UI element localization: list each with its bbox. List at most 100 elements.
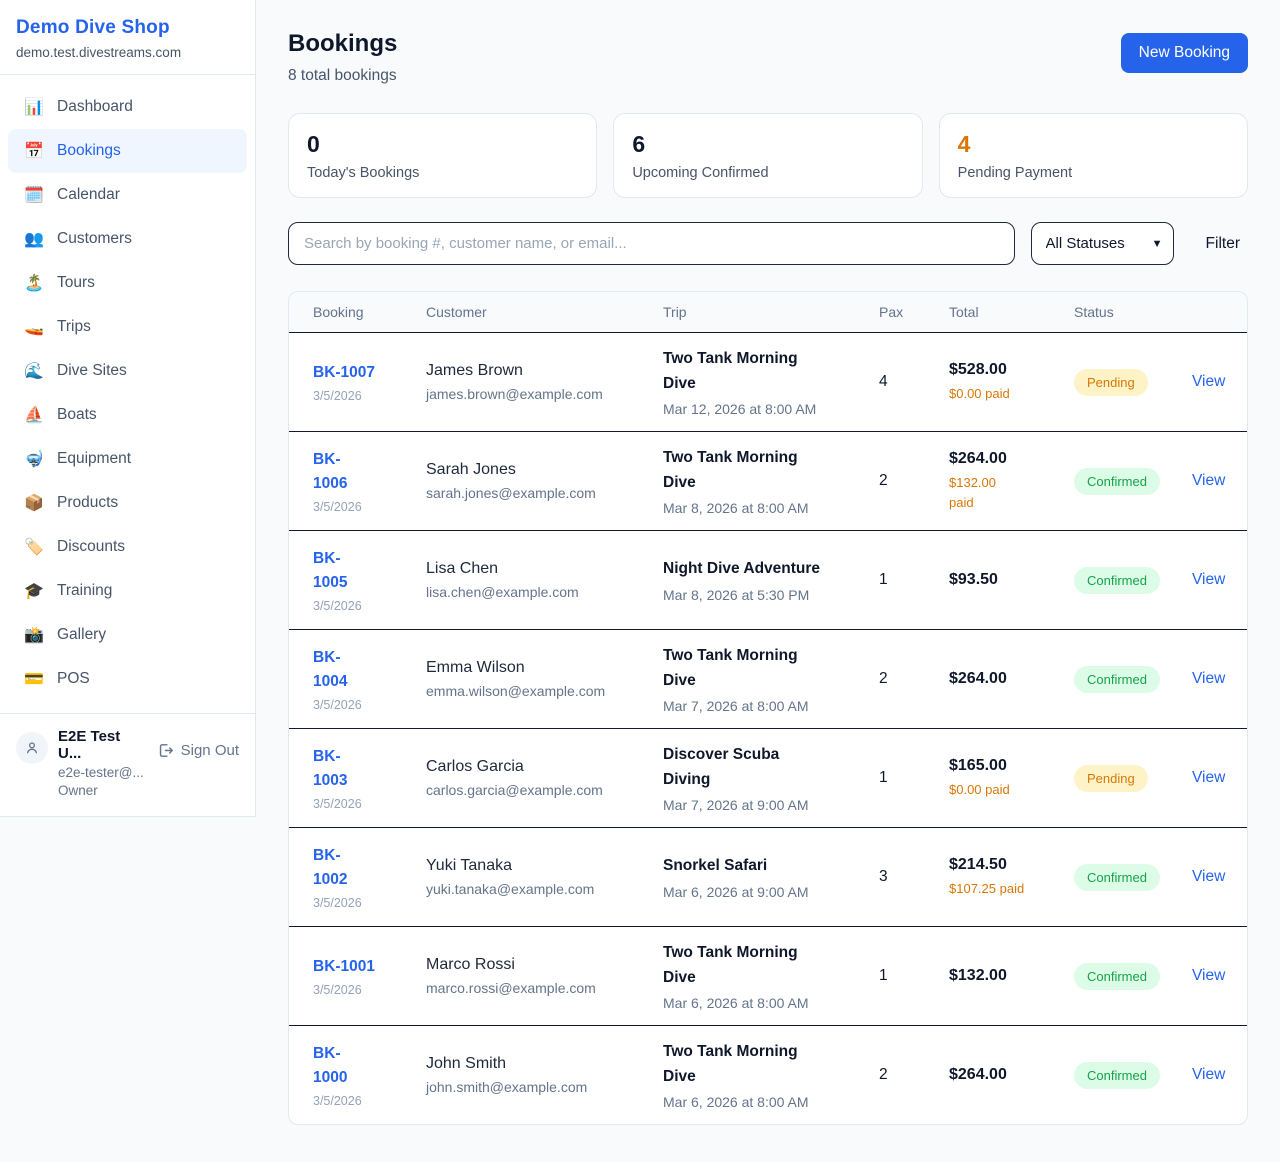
booking-id-link[interactable]: BK- 1000 (313, 1042, 347, 1090)
paid-amount: $132.00 paid (949, 473, 1060, 512)
column-header-pax: Pax (879, 304, 949, 320)
table-row: BK- 1005 3/5/2026 Lisa Chen lisa.chen@ex… (289, 530, 1247, 629)
sidebar-item-discounts[interactable]: 🏷️ Discounts (8, 525, 247, 569)
total-bookings-count: 8 total bookings (288, 67, 397, 85)
sidebar-item-boats[interactable]: ⛵ Boats (8, 393, 247, 437)
booking-id-link[interactable]: BK- 1006 (313, 448, 347, 496)
column-header-booking: Booking (313, 304, 426, 320)
customer-name: James Brown (426, 362, 649, 380)
sidebar-item-products[interactable]: 📦 Products (8, 481, 247, 525)
booking-id-link[interactable]: BK- 1005 (313, 547, 347, 595)
trip-datetime: Mar 8, 2026 at 8:00 AM (663, 500, 865, 516)
status-badge: Confirmed (1074, 963, 1160, 990)
view-booking-link[interactable]: View (1192, 571, 1225, 588)
view-booking-link[interactable]: View (1192, 868, 1225, 885)
column-header-status: Status (1074, 304, 1192, 320)
sidebar-item-customers[interactable]: 👥 Customers (8, 217, 247, 261)
view-booking-link[interactable]: View (1192, 373, 1225, 390)
trip-name: Two Tank Morning Dive (663, 347, 865, 395)
total-amount: $165.00 (949, 757, 1060, 775)
status-badge: Confirmed (1074, 468, 1160, 495)
customer-email: lisa.chen@example.com (426, 584, 649, 600)
booking-id-link[interactable]: BK-1001 (313, 955, 375, 979)
graduation-cap-icon: 🎓 (24, 581, 44, 601)
stat-card-pending-payment: 4 Pending Payment (939, 113, 1248, 198)
status-filter-select[interactable]: All Statuses (1031, 222, 1174, 265)
trip-name: Two Tank Morning Dive (663, 941, 865, 989)
pax-count: 4 (879, 373, 949, 391)
trip-datetime: Mar 7, 2026 at 9:00 AM (663, 797, 865, 813)
filter-button[interactable]: Filter (1206, 235, 1240, 253)
new-booking-button[interactable]: New Booking (1121, 33, 1248, 73)
booking-date: 3/5/2026 (313, 1094, 412, 1108)
pax-count: 1 (879, 769, 949, 787)
bookings-table: Booking Customer Trip Pax Total Status B… (288, 291, 1248, 1125)
sidebar-item-dashboard[interactable]: 📊 Dashboard (8, 85, 247, 129)
calendar-icon: 📅 (24, 141, 44, 161)
customer-email: john.smith@example.com (426, 1079, 649, 1095)
sidebar-item-pos[interactable]: 💳 POS (8, 657, 247, 701)
trip-name: Discover Scuba Diving (663, 743, 865, 791)
avatar (16, 732, 48, 764)
stat-label: Pending Payment (958, 165, 1229, 181)
booking-date: 3/5/2026 (313, 389, 412, 403)
stat-label: Today's Bookings (307, 165, 578, 181)
customer-email: yuki.tanaka@example.com (426, 881, 649, 897)
sidebar-header: Demo Dive Shop demo.test.divestreams.com (0, 0, 255, 75)
stat-value: 0 (307, 131, 578, 158)
status-badge: Confirmed (1074, 666, 1160, 693)
booking-id-link[interactable]: BK-1007 (313, 361, 375, 385)
view-booking-link[interactable]: View (1192, 769, 1225, 786)
credit-card-icon: 💳 (24, 669, 44, 689)
status-badge: Pending (1074, 369, 1148, 396)
view-booking-link[interactable]: View (1192, 472, 1225, 489)
sign-out-button[interactable]: Sign Out (157, 742, 239, 759)
status-badge: Confirmed (1074, 567, 1160, 594)
paid-amount: $0.00 paid (949, 384, 1060, 404)
sidebar-item-calendar[interactable]: 🗓️ Calendar (8, 173, 247, 217)
total-amount: $214.50 (949, 856, 1060, 874)
customer-name: Carlos Garcia (426, 758, 649, 776)
sidebar-item-equipment[interactable]: 🤿 Equipment (8, 437, 247, 481)
search-input[interactable] (288, 222, 1015, 265)
customer-name: Lisa Chen (426, 560, 649, 578)
total-amount: $264.00 (949, 670, 1060, 688)
column-header-trip: Trip (663, 304, 879, 320)
sidebar-item-gallery[interactable]: 📸 Gallery (8, 613, 247, 657)
main-content: Bookings 8 total bookings New Booking 0 … (256, 0, 1280, 1157)
pax-count: 2 (879, 670, 949, 688)
total-amount: $93.50 (949, 571, 1060, 589)
sidebar-item-tours[interactable]: 🏝️ Tours (8, 261, 247, 305)
view-booking-link[interactable]: View (1192, 670, 1225, 687)
sidebar-item-dive-sites[interactable]: 🌊 Dive Sites (8, 349, 247, 393)
customer-email: carlos.garcia@example.com (426, 782, 649, 798)
table-header-row: Booking Customer Trip Pax Total Status (289, 292, 1247, 332)
tag-icon: 🏷️ (24, 537, 44, 557)
booking-id-link[interactable]: BK- 1002 (313, 844, 347, 892)
status-badge: Confirmed (1074, 864, 1160, 891)
customer-name: Sarah Jones (426, 461, 649, 479)
sidebar-item-bookings[interactable]: 📅 Bookings (8, 129, 247, 173)
sidebar-item-trips[interactable]: 🚤 Trips (8, 305, 247, 349)
pax-count: 1 (879, 571, 949, 589)
view-booking-link[interactable]: View (1192, 967, 1225, 984)
customer-name: Marco Rossi (426, 956, 649, 974)
stat-value: 6 (632, 131, 903, 158)
trip-name: Snorkel Safari (663, 854, 865, 878)
trip-datetime: Mar 6, 2026 at 9:00 AM (663, 884, 865, 900)
package-icon: 📦 (24, 493, 44, 513)
trip-name: Two Tank Morning Dive (663, 1040, 865, 1088)
column-header-total: Total (949, 304, 1074, 320)
sidebar-item-training[interactable]: 🎓 Training (8, 569, 247, 613)
view-booking-link[interactable]: View (1192, 1066, 1225, 1083)
booking-date: 3/5/2026 (313, 797, 412, 811)
customer-email: sarah.jones@example.com (426, 485, 649, 501)
sidebar-nav: 📊 Dashboard 📅 Bookings 🗓️ Calendar 👥 Cus… (0, 75, 255, 713)
island-icon: 🏝️ (24, 273, 44, 293)
trip-datetime: Mar 12, 2026 at 8:00 AM (663, 401, 865, 417)
stat-card-upcoming-confirmed: 6 Upcoming Confirmed (613, 113, 922, 198)
booking-id-link[interactable]: BK- 1004 (313, 646, 347, 694)
paid-amount: $0.00 paid (949, 780, 1060, 800)
total-amount: $132.00 (949, 967, 1060, 985)
booking-id-link[interactable]: BK- 1003 (313, 745, 347, 793)
